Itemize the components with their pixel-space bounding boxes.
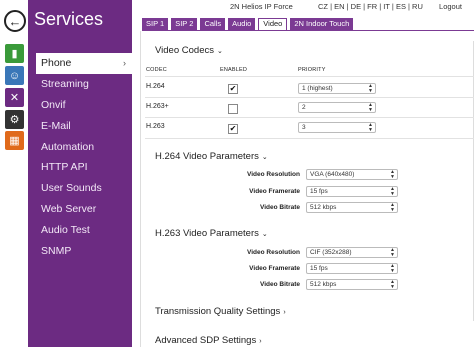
users-icon[interactable]: ☺ xyxy=(5,66,24,85)
sidebar-item-automation[interactable]: Automation xyxy=(28,137,132,158)
field-label-video-framerate: Video Framerate xyxy=(249,188,300,195)
language-selector[interactable]: CZ | EN | DE | FR | IT | ES | RU xyxy=(318,2,423,11)
sidebar-item-web-server[interactable]: Web Server xyxy=(28,199,132,220)
section-title-text: Advanced SDP Settings xyxy=(155,335,257,346)
tab-sip-1[interactable]: SIP 1 xyxy=(142,18,169,30)
section-title-text: H.264 Video Parameters xyxy=(155,151,259,162)
h264-params-title[interactable]: H.264 Video Parameters ⌄ xyxy=(155,151,268,162)
select-value: 1 (highest) xyxy=(302,85,333,92)
arrow-left-icon: ← xyxy=(8,13,22,29)
app-root: ← ▮ ☺ ✕ ⚙ ▦ Services Phone › Streaming O… xyxy=(0,0,474,347)
sidebar-item-snmp[interactable]: SNMP xyxy=(28,241,132,262)
logout-link[interactable]: Logout xyxy=(439,2,462,11)
top-bar: 2N Helios IP Force CZ | EN | DE | FR | I… xyxy=(132,0,474,12)
chevron-right-icon: › xyxy=(259,338,262,345)
divider xyxy=(145,76,474,77)
codec-enabled-checkbox[interactable] xyxy=(228,104,238,114)
section-title-text: Video Codecs xyxy=(155,45,214,56)
tab-calls[interactable]: Calls xyxy=(200,18,226,30)
h264-video-framerate-select[interactable]: 15 fps ▲ ▼ xyxy=(306,186,398,197)
back-button[interactable]: ← xyxy=(4,10,26,32)
field-label-video-bitrate: Video Bitrate xyxy=(260,281,300,288)
h264-video-bitrate-select[interactable]: 512 kbps ▲ ▼ xyxy=(306,202,398,213)
select-value: 15 fps xyxy=(310,188,328,195)
h263-params-title[interactable]: H.263 Video Parameters ⌄ xyxy=(155,228,268,239)
codec-name: H.263 xyxy=(146,123,165,130)
gear-icon[interactable]: ⚙ xyxy=(5,110,24,129)
select-arrows-icon: ▲ ▼ xyxy=(390,169,395,180)
column-header-priority: PRIORITY xyxy=(298,67,326,73)
sidebar-item-email[interactable]: E-Mail xyxy=(28,116,132,137)
divider xyxy=(145,138,474,139)
codec-name: H.264 xyxy=(146,83,165,90)
h264-video-resolution-select[interactable]: VGA (640x480) ▲ ▼ xyxy=(306,169,398,180)
select-arrows-icon: ▲ ▼ xyxy=(390,279,395,290)
h263-video-resolution-select[interactable]: CIF (352x288) ▲ ▼ xyxy=(306,247,398,258)
chevron-right-icon: › xyxy=(123,58,126,68)
bar-chart-icon[interactable]: ▮ xyxy=(5,44,24,63)
sidebar-item-http-api[interactable]: HTTP API xyxy=(28,157,132,178)
tab-bar: SIP 1 SIP 2 Calls Audio Video 2N Indoor … xyxy=(142,18,354,30)
content-panel: Video Codecs ⌄ CODEC ENABLED PRIORITY H.2… xyxy=(140,31,474,347)
tab-2n-indoor-touch[interactable]: 2N Indoor Touch xyxy=(290,18,354,30)
section-title-text: Transmission Quality Settings xyxy=(155,306,281,317)
column-header-enabled: ENABLED xyxy=(220,67,248,73)
sidebar: Services Phone › Streaming Onvif E-Mail … xyxy=(28,0,132,347)
icon-rail: ← ▮ ☺ ✕ ⚙ ▦ xyxy=(0,0,28,347)
tools-icon[interactable]: ✕ xyxy=(5,88,24,107)
select-arrows-icon: ▲ ▼ xyxy=(368,122,373,133)
video-codecs-title[interactable]: Video Codecs ⌄ xyxy=(155,45,223,56)
chevron-down-icon: ⌄ xyxy=(261,231,268,238)
chevron-right-icon: › xyxy=(283,309,286,316)
select-arrows-icon: ▲ ▼ xyxy=(368,102,373,113)
tab-video[interactable]: Video xyxy=(258,18,288,30)
codec-enabled-checkbox[interactable]: ✔ xyxy=(228,124,238,134)
select-value: VGA (640x480) xyxy=(310,171,355,178)
field-label-video-framerate: Video Framerate xyxy=(249,265,300,272)
advanced-sdp-settings-title[interactable]: Advanced SDP Settings › xyxy=(155,335,262,346)
codec-priority-select[interactable]: 3 ▲ ▼ xyxy=(298,122,376,133)
sidebar-item-label: Phone xyxy=(41,57,72,69)
chevron-down-icon: ⌄ xyxy=(216,48,223,55)
select-value: 2 xyxy=(302,104,306,111)
h263-video-framerate-select[interactable]: 15 fps ▲ ▼ xyxy=(306,263,398,274)
field-label-video-resolution: Video Resolution xyxy=(247,249,300,256)
select-arrows-icon: ▲ ▼ xyxy=(368,83,373,94)
select-arrows-icon: ▲ ▼ xyxy=(390,247,395,258)
section-title-text: H.263 Video Parameters xyxy=(155,228,259,239)
sidebar-item-onvif[interactable]: Onvif xyxy=(28,95,132,116)
column-header-codec: CODEC xyxy=(146,67,167,73)
select-value: 512 kbps xyxy=(310,281,337,288)
divider xyxy=(145,117,474,118)
select-value: 512 kbps xyxy=(310,204,337,211)
select-value: CIF (352x288) xyxy=(310,249,352,256)
tab-audio[interactable]: Audio xyxy=(228,18,256,30)
field-label-video-bitrate: Video Bitrate xyxy=(260,204,300,211)
divider xyxy=(145,97,474,98)
codec-enabled-checkbox[interactable]: ✔ xyxy=(228,84,238,94)
sidebar-item-streaming[interactable]: Streaming xyxy=(28,74,132,95)
select-value: 3 xyxy=(302,124,306,131)
sidebar-item-phone[interactable]: Phone › xyxy=(36,53,132,74)
sidebar-item-user-sounds[interactable]: User Sounds xyxy=(28,178,132,199)
select-value: 15 fps xyxy=(310,265,328,272)
device-name: 2N Helios IP Force xyxy=(230,2,293,11)
sidebar-title: Services xyxy=(34,9,104,29)
tab-sip-2[interactable]: SIP 2 xyxy=(171,18,198,30)
select-arrows-icon: ▲ ▼ xyxy=(390,202,395,213)
codec-name: H.263+ xyxy=(146,103,169,110)
sidebar-item-audio-test[interactable]: Audio Test xyxy=(28,220,132,241)
codec-priority-select[interactable]: 1 (highest) ▲ ▼ xyxy=(298,83,376,94)
field-label-video-resolution: Video Resolution xyxy=(247,171,300,178)
select-arrows-icon: ▲ ▼ xyxy=(390,186,395,197)
h263-video-bitrate-select[interactable]: 512 kbps ▲ ▼ xyxy=(306,279,398,290)
codec-priority-select[interactable]: 2 ▲ ▼ xyxy=(298,102,376,113)
chevron-down-icon: ⌄ xyxy=(261,154,268,161)
select-arrows-icon: ▲ ▼ xyxy=(390,263,395,274)
grid-icon[interactable]: ▦ xyxy=(5,131,24,150)
transmission-quality-settings-title[interactable]: Transmission Quality Settings › xyxy=(155,306,286,317)
